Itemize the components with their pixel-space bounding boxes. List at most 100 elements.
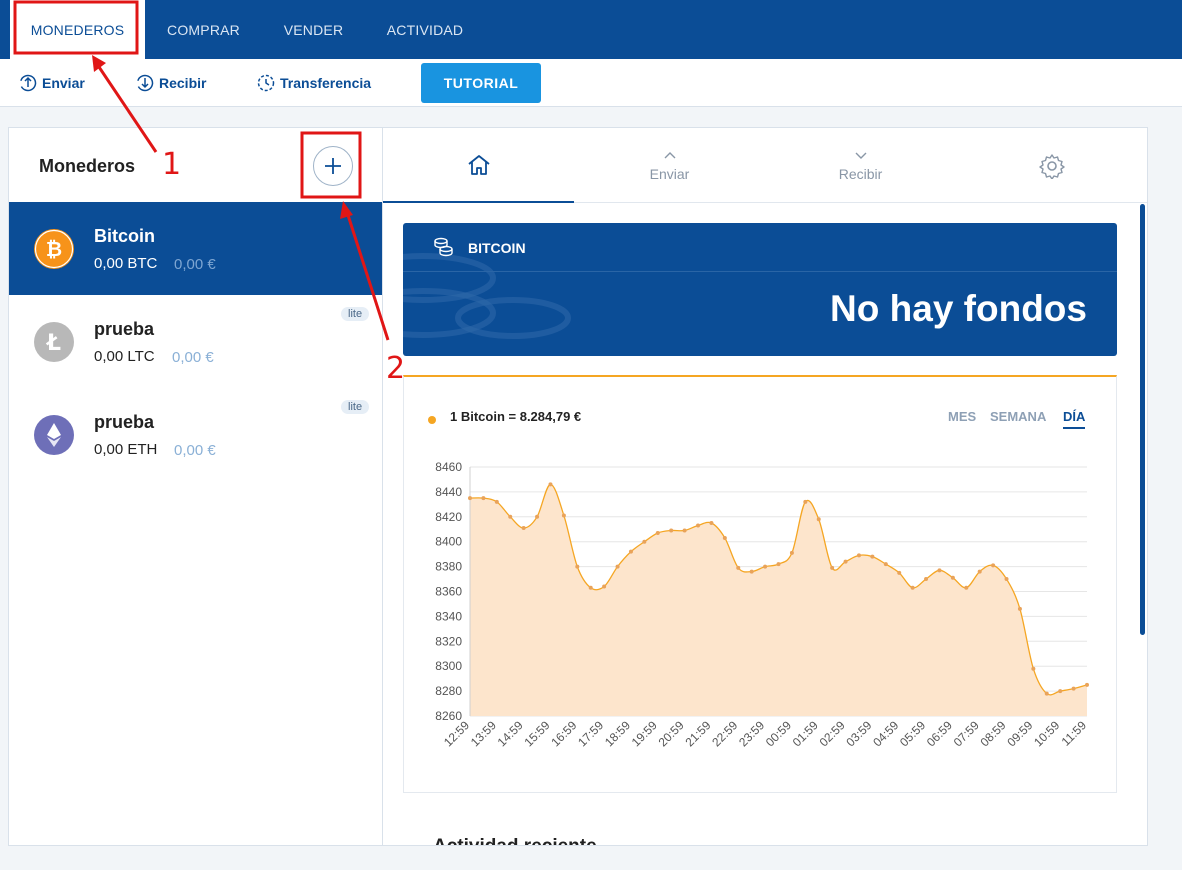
bitcoin-icon: ₿ — [34, 229, 74, 269]
y-tick-label: 8320 — [435, 634, 462, 648]
tab-settings[interactable] — [956, 128, 1147, 203]
banner-coin-label: BITCOIN — [468, 240, 526, 256]
data-point — [776, 562, 781, 567]
send-action[interactable]: Enviar — [19, 71, 85, 95]
lite-badge: lite — [341, 307, 370, 321]
data-point — [991, 563, 996, 568]
upload-icon — [19, 74, 37, 92]
gear-icon — [1038, 153, 1065, 179]
tab-comprar[interactable]: COMPRAR — [145, 0, 262, 59]
scrollbar[interactable] — [1140, 204, 1145, 635]
data-point — [655, 530, 660, 535]
transfer-action-label: Transferencia — [280, 75, 372, 91]
data-point — [1058, 689, 1063, 694]
data-point — [843, 559, 848, 564]
add-wallet-button[interactable] — [313, 146, 353, 186]
y-tick-label: 8280 — [435, 684, 462, 698]
data-point — [722, 535, 727, 540]
x-tick-label: 02:59 — [817, 718, 848, 749]
chevron-up-icon — [664, 151, 675, 158]
wallet-fiat: 0,00 € — [172, 349, 214, 366]
wallet-item-litecoin[interactable]: Ł prueba 0,00 LTC 0,00 € lite — [9, 295, 384, 388]
x-tick-label: 04:59 — [870, 718, 901, 749]
action-bar: Enviar Recibir Transferencia TUTORIAL — [0, 59, 1182, 107]
wallet-name: Bitcoin — [94, 226, 155, 246]
chevron-down-icon — [855, 152, 866, 159]
wallet-item-bitcoin[interactable]: ₿ Bitcoin 0,00 BTC 0,00 € — [9, 202, 384, 295]
data-point — [950, 575, 955, 580]
x-tick-label: 09:59 — [1004, 718, 1035, 749]
x-tick-label: 19:59 — [629, 718, 660, 749]
tab-home[interactable] — [383, 128, 574, 203]
x-tick-label: 00:59 — [763, 718, 794, 749]
tab-receive[interactable]: Recibir — [765, 128, 956, 203]
receive-action-label: Recibir — [159, 75, 207, 91]
tab-actividad[interactable]: ACTIVIDAD — [365, 0, 485, 59]
wallet-balance: 0,00 LTC — [94, 348, 155, 365]
x-tick-label: 13:59 — [468, 718, 499, 749]
data-point — [763, 564, 768, 569]
data-point — [977, 569, 982, 574]
range-month[interactable]: MES — [948, 409, 976, 424]
coins-icon — [434, 237, 453, 257]
y-tick-label: 8300 — [435, 659, 462, 673]
tab-vender[interactable]: VENDER — [262, 0, 365, 59]
data-point — [468, 496, 472, 501]
ethereum-icon — [34, 415, 74, 455]
wallet-balance: 0,00 BTC — [94, 255, 158, 272]
data-point — [870, 554, 875, 559]
y-tick-label: 8460 — [435, 460, 462, 474]
data-point — [494, 499, 499, 504]
data-point — [897, 570, 902, 575]
recent-activity-title: Actividad reciente — [433, 836, 597, 845]
transfer-icon — [257, 74, 275, 92]
data-point — [602, 584, 607, 589]
tab-monederos[interactable]: MONEDEROS — [10, 0, 145, 59]
x-tick-label: 16:59 — [548, 718, 579, 749]
data-point — [548, 482, 553, 487]
wallet-name: prueba — [94, 319, 155, 339]
x-tick-label: 01:59 — [790, 718, 821, 749]
price-label: 1 Bitcoin = 8.284,79 € — [450, 409, 582, 424]
wallet-item-ethereum[interactable]: prueba 0,00 ETH 0,00 € lite — [9, 388, 384, 481]
x-tick-label: 23:59 — [736, 718, 767, 749]
area-fill — [470, 484, 1087, 716]
send-action-label: Enviar — [42, 75, 85, 91]
data-point — [1085, 682, 1089, 687]
annotation-number-1: 1 — [162, 147, 182, 182]
receive-action[interactable]: Recibir — [136, 71, 206, 95]
data-point — [789, 550, 794, 555]
x-tick-label: 03:59 — [843, 718, 874, 749]
x-tick-label: 20:59 — [656, 718, 687, 749]
x-tick-label: 14:59 — [495, 718, 526, 749]
tab-send[interactable]: Enviar — [574, 128, 765, 203]
data-point — [615, 564, 620, 569]
wallet-detail-panel: Enviar Recibir BITCOIN No hay fondos 826… — [382, 127, 1148, 846]
data-point — [1017, 606, 1022, 611]
wallet-name: prueba — [94, 412, 155, 432]
x-tick-label: 11:59 — [1059, 718, 1090, 749]
wallets-panel: Monederos ₿ Bitcoin 0,00 BTC 0,00 € Ł pr… — [8, 127, 384, 846]
detail-tabs: Enviar Recibir — [383, 128, 1147, 203]
annotation-number-2: 2 — [386, 351, 406, 386]
data-point — [924, 577, 929, 582]
transfer-action[interactable]: Transferencia — [257, 71, 371, 95]
x-tick-label: 08:59 — [978, 718, 1009, 749]
price-chart-card: 8260 8280 8300 8320 8340 8360 8380 8400 8420 8440… — [403, 375, 1117, 793]
range-day[interactable]: DÍA — [1063, 409, 1086, 429]
lite-badge: lite — [341, 400, 370, 414]
range-week[interactable]: SEMANA — [990, 409, 1046, 424]
banner-header: BITCOIN — [403, 223, 1117, 272]
x-tick-label: 15:59 — [521, 718, 552, 749]
data-point — [575, 564, 580, 569]
data-point — [521, 526, 526, 531]
data-point — [856, 553, 861, 558]
y-tick-label: 8380 — [435, 560, 462, 574]
y-tick-label: 8360 — [435, 585, 462, 599]
data-point — [669, 528, 674, 533]
tutorial-button[interactable]: TUTORIAL — [421, 63, 541, 103]
data-point — [1071, 686, 1076, 691]
data-point — [1031, 666, 1036, 671]
x-tick-label: 18:59 — [602, 718, 633, 749]
home-icon — [467, 154, 490, 175]
